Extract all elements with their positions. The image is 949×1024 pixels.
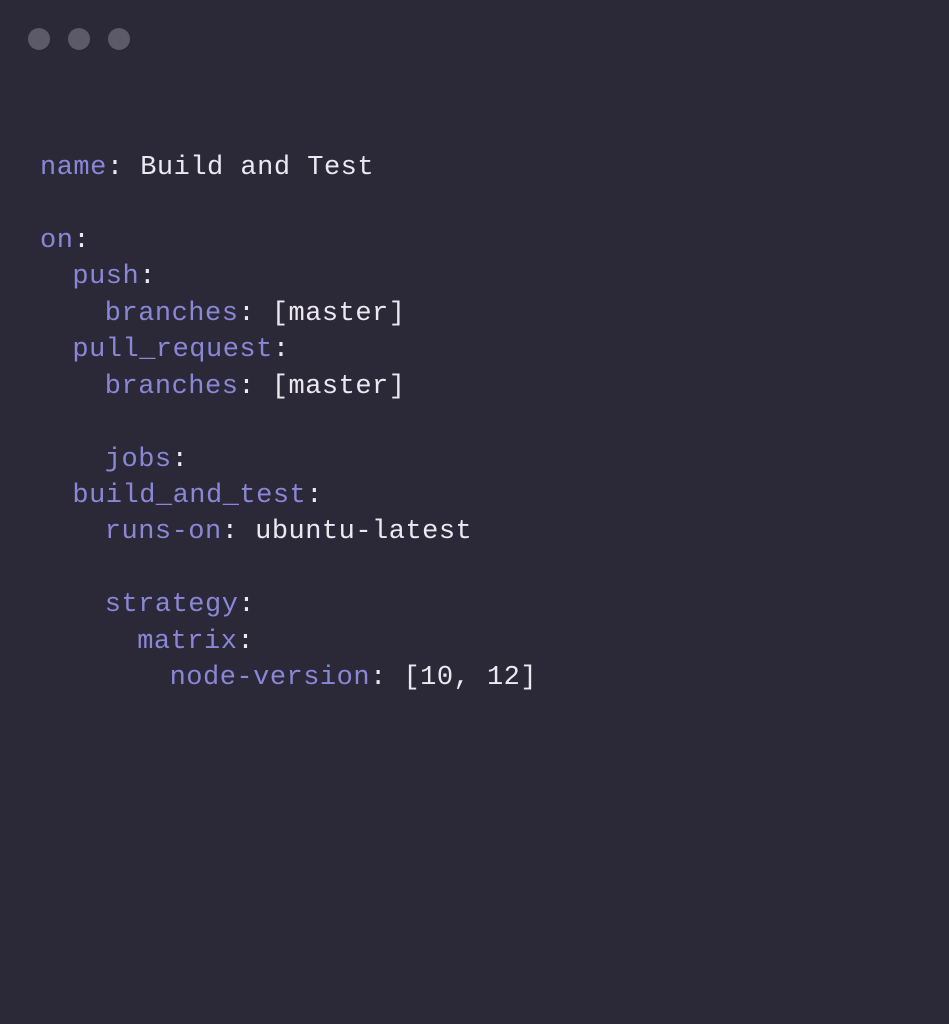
code-line: strategy: [40, 587, 949, 623]
code-editor[interactable]: name: Build and Test on: push: branches:… [0, 50, 949, 697]
yaml-key: branches [105, 372, 239, 402]
yaml-value: Build and Test [140, 153, 374, 183]
yaml-value: [10, 12] [403, 663, 537, 693]
yaml-key: build_and_test [72, 481, 306, 511]
traffic-light-dot[interactable] [28, 28, 50, 50]
code-line: branches: [master] [40, 296, 949, 332]
yaml-key: jobs [105, 445, 172, 475]
yaml-key: node-version [170, 663, 370, 693]
yaml-value: ubuntu-latest [255, 517, 472, 547]
yaml-colon: : [172, 445, 189, 475]
yaml-colon: : [238, 299, 271, 329]
yaml-colon: : [139, 262, 156, 292]
code-line: jobs: [40, 442, 949, 478]
traffic-light-dot[interactable] [68, 28, 90, 50]
code-line-blank [40, 186, 949, 222]
code-line: runs-on: ubuntu-latest [40, 514, 949, 550]
code-line: name: Build and Test [40, 150, 949, 186]
code-line: pull_request: [40, 332, 949, 368]
yaml-colon: : [237, 627, 254, 657]
yaml-value: [master] [272, 372, 406, 402]
yaml-colon: : [273, 335, 290, 365]
yaml-colon: : [73, 226, 90, 256]
yaml-key: matrix [137, 627, 237, 657]
yaml-colon: : [306, 481, 323, 511]
yaml-value: [master] [272, 299, 406, 329]
code-line-blank [40, 551, 949, 587]
yaml-colon: : [238, 372, 271, 402]
code-line: matrix: [40, 624, 949, 660]
yaml-key: pull_request [72, 335, 272, 365]
yaml-key: strategy [105, 590, 239, 620]
code-line-blank [40, 405, 949, 441]
code-line: build_and_test: [40, 478, 949, 514]
code-line: node-version: [10, 12] [40, 660, 949, 696]
yaml-key: branches [105, 299, 239, 329]
yaml-key: on [40, 226, 73, 256]
code-line: on: [40, 223, 949, 259]
code-line: branches: [master] [40, 369, 949, 405]
yaml-colon: : [370, 663, 403, 693]
code-line: push: [40, 259, 949, 295]
traffic-light-dot[interactable] [108, 28, 130, 50]
yaml-colon: : [107, 153, 140, 183]
yaml-key: runs-on [105, 517, 222, 547]
window-controls [0, 0, 949, 50]
yaml-colon: : [238, 590, 255, 620]
yaml-colon: : [222, 517, 255, 547]
yaml-key: push [72, 262, 139, 292]
yaml-key: name [40, 153, 107, 183]
